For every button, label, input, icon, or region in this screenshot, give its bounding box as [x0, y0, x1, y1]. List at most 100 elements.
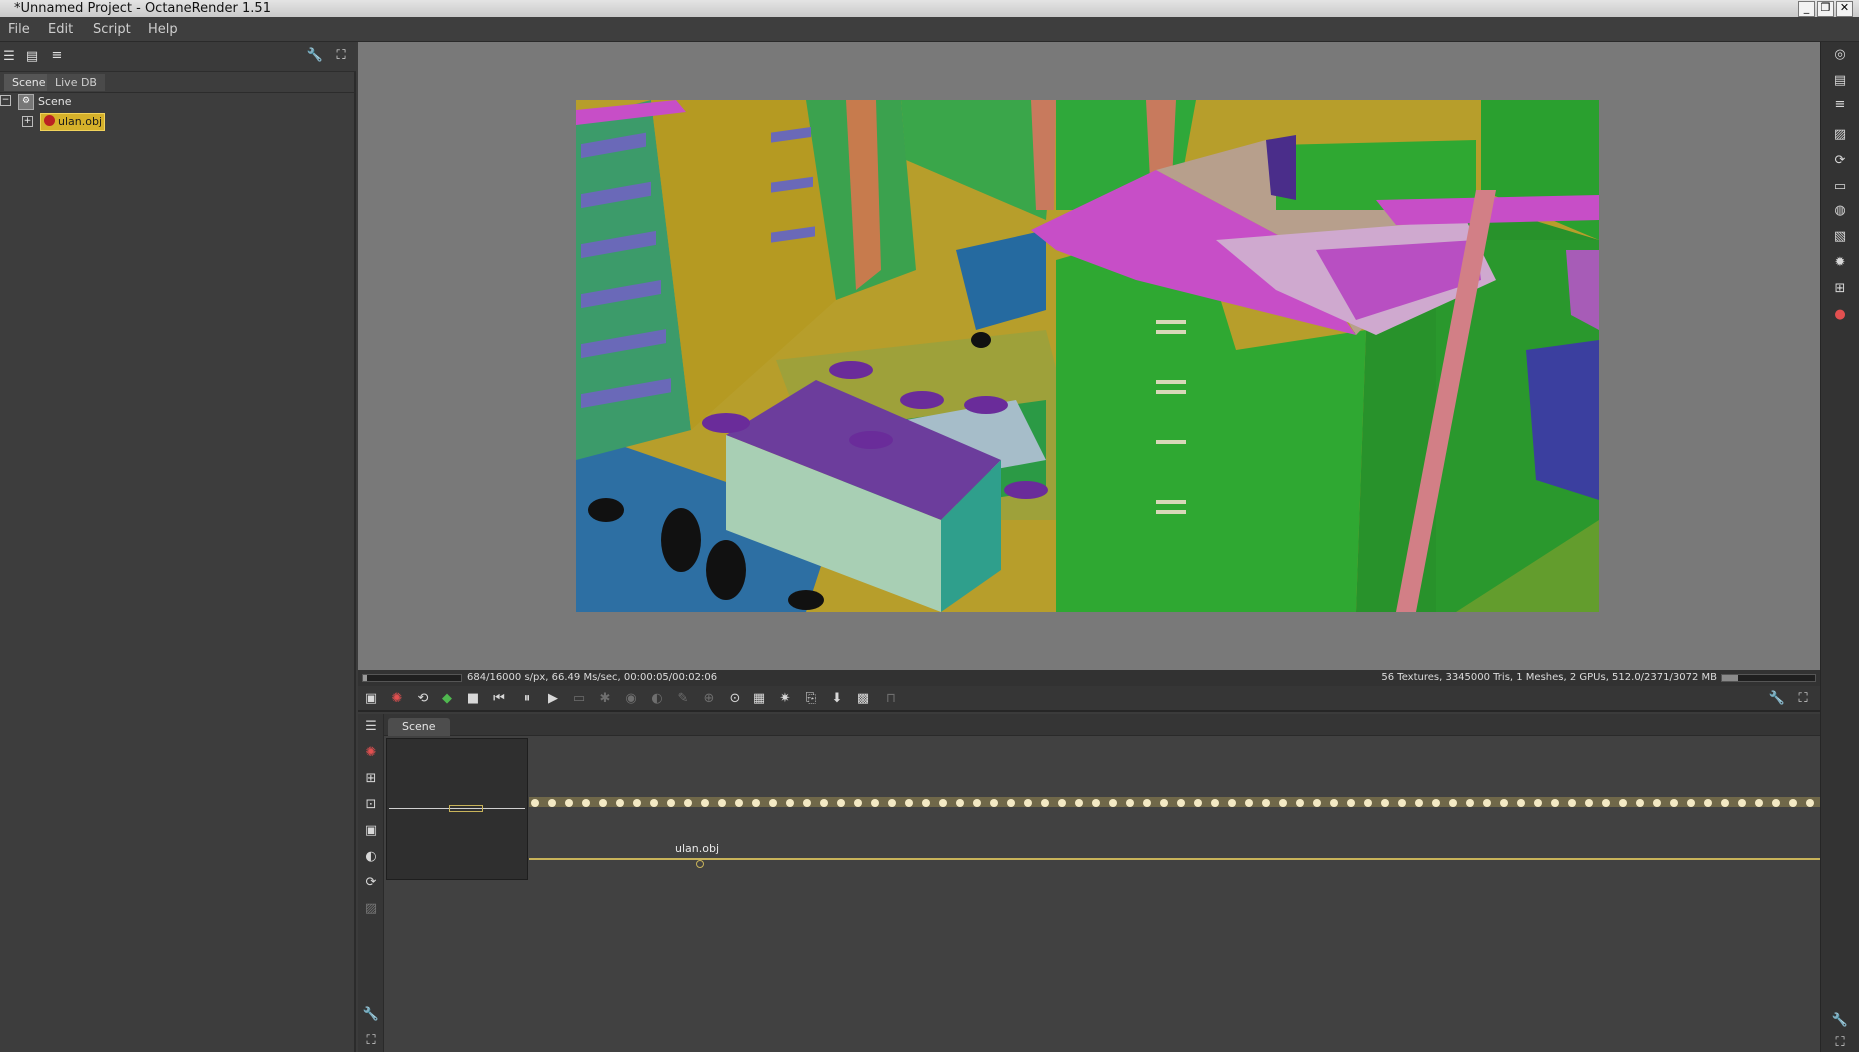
strip-fullscreen-icon[interactable]: ⛶	[1831, 1034, 1849, 1052]
output-pin[interactable]	[1211, 799, 1219, 807]
output-pin[interactable]	[1534, 799, 1542, 807]
output-pin[interactable]	[820, 799, 828, 807]
menu-help[interactable]: Help	[148, 22, 178, 37]
output-pin[interactable]	[599, 799, 607, 807]
output-pin[interactable]	[1415, 799, 1423, 807]
restore-button[interactable]: ❐	[1817, 1, 1834, 17]
output-pin[interactable]	[956, 799, 964, 807]
render-fullscreen-icon[interactable]: ⛶	[1794, 690, 1812, 708]
output-pin[interactable]	[1313, 799, 1321, 807]
output-pin[interactable]	[1364, 799, 1372, 807]
tree-scene-label[interactable]: Scene	[38, 95, 72, 108]
output-pin[interactable]	[786, 799, 794, 807]
output-pin[interactable]	[939, 799, 947, 807]
graph-disabled-icon[interactable]: ▨	[362, 900, 380, 918]
layers-stack-icon[interactable]: ▤	[1831, 72, 1849, 90]
output-pin[interactable]	[1160, 799, 1168, 807]
autofocus-icon[interactable]: ✱	[596, 690, 614, 708]
output-pin[interactable]	[633, 799, 641, 807]
outliner-icon[interactable]: ≡	[1831, 96, 1849, 114]
graph-restart-icon[interactable]: ✺	[362, 744, 380, 762]
output-pin[interactable]	[752, 799, 760, 807]
menu-edit[interactable]: Edit	[48, 22, 73, 37]
tab-live-db[interactable]: Live DB	[47, 74, 105, 91]
graph-camera-icon[interactable]: ⟳	[362, 874, 380, 892]
output-pin[interactable]	[1007, 799, 1015, 807]
menu-file[interactable]: File	[8, 22, 30, 37]
pause-icon[interactable]: ⏸	[518, 690, 536, 708]
output-pin[interactable]	[871, 799, 879, 807]
render-settings-wrench-icon[interactable]: 🔧	[1768, 690, 1786, 708]
output-pin[interactable]	[1143, 799, 1151, 807]
camera-icon[interactable]: ▣	[362, 690, 380, 708]
output-pin[interactable]	[837, 799, 845, 807]
reset-view-icon[interactable]: ⟲	[414, 690, 432, 708]
save-image-icon[interactable]: ⬇	[828, 690, 846, 708]
copy-image-icon[interactable]: ⎘	[802, 690, 820, 708]
object-picker-icon[interactable]: ✎	[674, 690, 692, 708]
graph-fullscreen-icon[interactable]: ⛶	[362, 1032, 380, 1050]
close-button[interactable]: ✕	[1836, 1, 1853, 17]
list-icon[interactable]: ☰	[0, 49, 18, 65]
output-pin[interactable]	[1772, 799, 1780, 807]
graph-align-icon[interactable]: ⊡	[362, 796, 380, 814]
output-pin[interactable]	[531, 799, 539, 807]
output-pin[interactable]	[905, 799, 913, 807]
output-pin[interactable]	[1806, 799, 1814, 807]
layers-icon[interactable]: ▤	[23, 49, 41, 65]
output-pin[interactable]	[1092, 799, 1100, 807]
output-pin[interactable]	[1721, 799, 1729, 807]
expand-ulan-toggle[interactable]: +	[22, 116, 33, 127]
render-image[interactable]	[576, 100, 1599, 612]
output-pin[interactable]	[1041, 799, 1049, 807]
play-icon[interactable]: ▶	[544, 690, 562, 708]
zoom-icon[interactable]: ⊙	[726, 690, 744, 708]
output-pin[interactable]	[1347, 799, 1355, 807]
output-pin[interactable]	[1636, 799, 1644, 807]
image-icon[interactable]: ▨	[1831, 126, 1849, 144]
output-pin[interactable]	[582, 799, 590, 807]
output-pin[interactable]	[735, 799, 743, 807]
output-pin[interactable]	[701, 799, 709, 807]
node-graph-icon[interactable]: ⊞	[1831, 280, 1849, 298]
output-pin[interactable]	[667, 799, 675, 807]
graph-material-icon[interactable]: ◐	[362, 848, 380, 866]
output-pin[interactable]	[1738, 799, 1746, 807]
output-pin[interactable]	[1109, 799, 1117, 807]
output-pin[interactable]	[854, 799, 862, 807]
output-pin[interactable]	[684, 799, 692, 807]
output-pin[interactable]	[1194, 799, 1202, 807]
strip-wrench-icon[interactable]: 🔧	[1831, 1012, 1849, 1030]
rewind-icon[interactable]: ⏮	[490, 690, 508, 708]
light-icon[interactable]: ✹	[1831, 254, 1849, 272]
minimize-button[interactable]: _	[1798, 1, 1815, 17]
output-pin[interactable]	[1755, 799, 1763, 807]
graph-arrange-icon[interactable]: ⊞	[362, 770, 380, 788]
monitor-icon[interactable]: ▭	[1831, 178, 1849, 196]
restart-render-icon[interactable]: ✺	[388, 690, 406, 708]
output-pin[interactable]	[718, 799, 726, 807]
output-pin[interactable]	[1398, 799, 1406, 807]
output-pin[interactable]	[1296, 799, 1304, 807]
output-pin[interactable]	[1568, 799, 1576, 807]
output-pin[interactable]	[990, 799, 998, 807]
render-target-icon[interactable]: ◎	[1831, 46, 1849, 64]
output-pin[interactable]	[1687, 799, 1695, 807]
texture-icon[interactable]: ▧	[1831, 228, 1849, 246]
output-pin[interactable]	[1551, 799, 1559, 807]
output-pin[interactable]	[973, 799, 981, 807]
collapse-icon[interactable]: ≡	[48, 48, 66, 64]
film-region-icon[interactable]: ▦	[750, 690, 768, 708]
graph-group-icon[interactable]: ▣	[362, 822, 380, 840]
camera-target-icon[interactable]: ⊕	[700, 690, 718, 708]
graph-outliner-icon[interactable]: ☰	[362, 718, 380, 736]
output-pin[interactable]	[1483, 799, 1491, 807]
color-cube-icon[interactable]: ◆	[438, 690, 456, 708]
output-pin[interactable]	[1653, 799, 1661, 807]
graph-wrench-icon[interactable]: 🔧	[362, 1006, 380, 1024]
output-pin[interactable]	[1517, 799, 1525, 807]
material-picker-icon[interactable]: ◐	[648, 690, 666, 708]
output-pin[interactable]	[888, 799, 896, 807]
output-pin[interactable]	[1126, 799, 1134, 807]
output-pin[interactable]	[1058, 799, 1066, 807]
